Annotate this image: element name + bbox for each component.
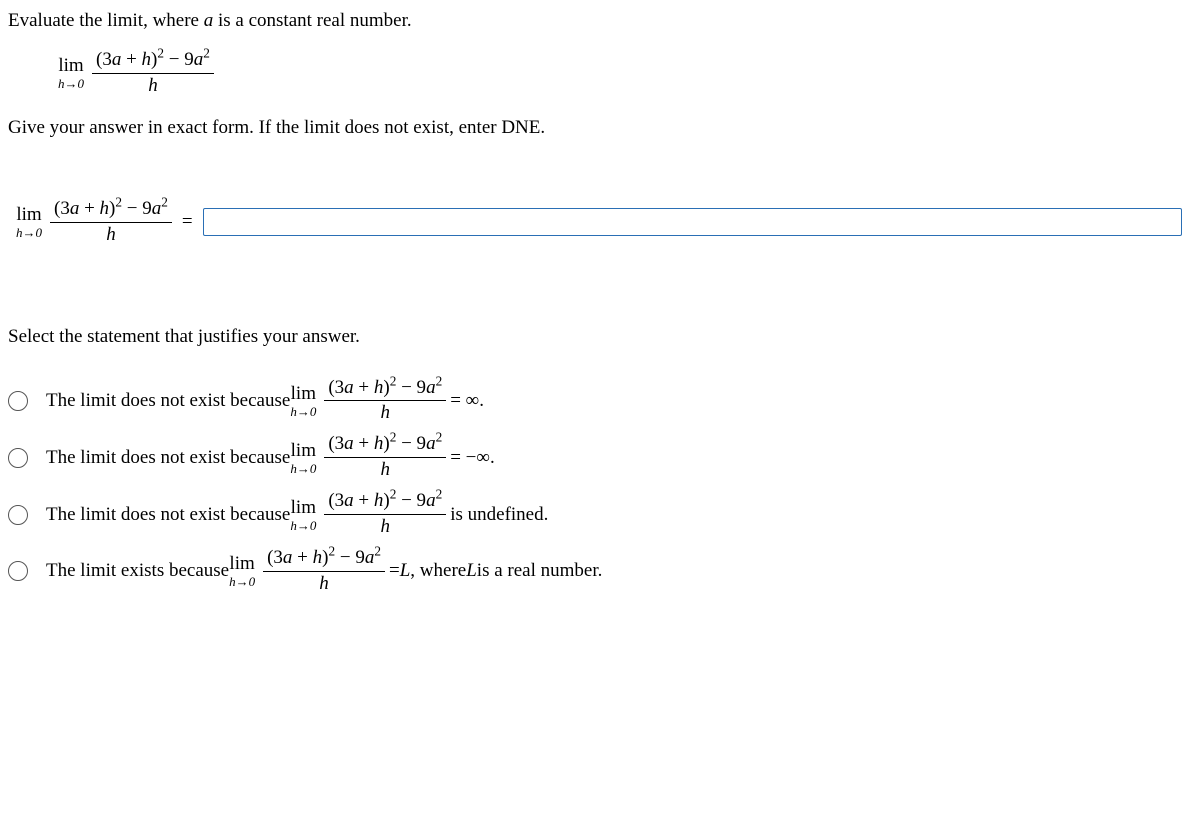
lim-operator: lim h→0 <box>290 498 316 532</box>
limit-expression-display: lim h→0 (3a + h)2 − 9a2 h <box>58 50 1192 97</box>
lim-operator: lim h→0 <box>16 205 42 239</box>
option-text: The limit does not exist because lim h→0… <box>46 434 495 481</box>
option-real-number[interactable]: The limit exists because lim h→0 (3a + h… <box>8 548 1192 595</box>
radio-icon[interactable] <box>8 391 28 411</box>
question-prompt: Evaluate the limit, where a is a constan… <box>8 10 1192 32</box>
lim-operator: lim h→0 <box>229 554 255 588</box>
question-var: a <box>204 10 214 31</box>
fraction: (3a + h)2 − 9a2 h <box>92 50 214 97</box>
answer-lhs: lim h→0 (3a + h)2 − 9a2 h = <box>16 199 199 246</box>
lim-operator: lim h→0 <box>58 56 84 90</box>
option-text: The limit does not exist because lim h→0… <box>46 378 484 425</box>
lim-operator: lim h→0 <box>290 384 316 418</box>
option-infinity[interactable]: The limit does not exist because lim h→0… <box>8 378 1192 425</box>
question-suffix: is a constant real number. <box>213 10 411 31</box>
fraction: (3a + h)2 − 9a2 h <box>263 548 385 595</box>
option-undefined[interactable]: The limit does not exist because lim h→0… <box>8 491 1192 538</box>
radio-icon[interactable] <box>8 448 28 468</box>
option-neg-infinity[interactable]: The limit does not exist because lim h→0… <box>8 434 1192 481</box>
fraction: (3a + h)2 − 9a2 h <box>324 434 446 481</box>
answer-row: lim h→0 (3a + h)2 − 9a2 h = <box>16 199 1192 246</box>
radio-icon[interactable] <box>8 505 28 525</box>
instruction-text: Give your answer in exact form. If the l… <box>8 117 1192 139</box>
option-text: The limit does not exist because lim h→0… <box>46 491 548 538</box>
fraction: (3a + h)2 − 9a2 h <box>324 491 446 538</box>
fraction: (3a + h)2 − 9a2 h <box>324 378 446 425</box>
select-statement-prompt: Select the statement that justifies your… <box>8 326 1192 348</box>
lim-operator: lim h→0 <box>290 441 316 475</box>
answer-input[interactable] <box>203 208 1182 236</box>
question-prefix: Evaluate the limit, where <box>8 10 204 31</box>
option-text: The limit exists because lim h→0 (3a + h… <box>46 548 602 595</box>
fraction: (3a + h)2 − 9a2 h <box>50 199 172 246</box>
equals-sign: = <box>182 211 193 233</box>
radio-icon[interactable] <box>8 561 28 581</box>
